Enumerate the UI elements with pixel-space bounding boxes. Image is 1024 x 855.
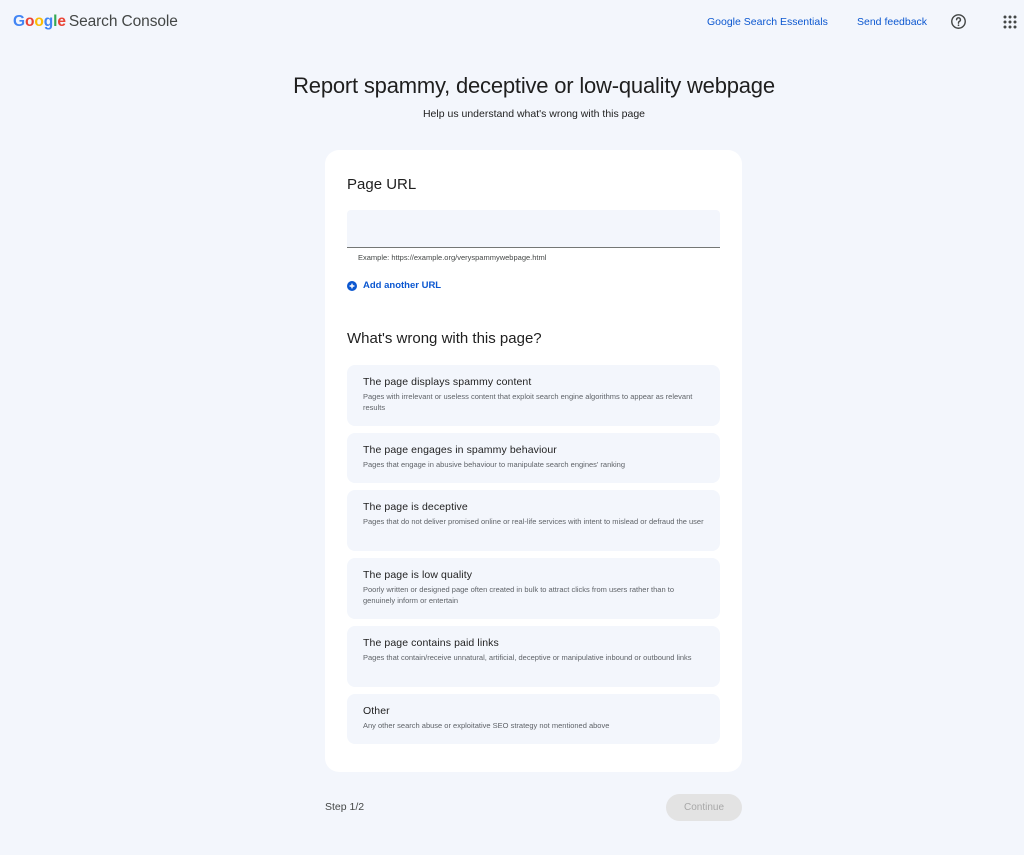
logo-letter: e xyxy=(57,13,66,30)
option-paid-links[interactable]: The page contains paid links Pages that … xyxy=(347,626,720,687)
option-description: Poorly written or designed page often cr… xyxy=(363,585,674,605)
option-title: Other xyxy=(363,705,390,717)
option-description: Pages with irrelevant or useless content… xyxy=(363,392,693,412)
logo-letter: g xyxy=(43,13,54,30)
google-search-console-logo[interactable]: Google Search Console xyxy=(13,13,178,31)
add-circle-icon xyxy=(347,280,357,291)
option-description: Pages that do not deliver promised onlin… xyxy=(363,517,704,526)
option-other[interactable]: Other Any other search abuse or exploita… xyxy=(347,694,720,744)
option-title: The page is deceptive xyxy=(363,501,468,513)
help-circle-icon[interactable] xyxy=(950,13,967,30)
apps-grid-icon[interactable] xyxy=(1002,14,1018,30)
url-section-title: Page URL xyxy=(347,176,417,193)
option-low-quality[interactable]: The page is low quality Poorly written o… xyxy=(347,558,720,619)
option-title: The page engages in spammy behaviour xyxy=(363,444,557,456)
logo-letter: o xyxy=(34,13,44,30)
logo-letter: o xyxy=(24,13,35,30)
option-description: Any other search abuse or exploitative S… xyxy=(363,721,610,730)
report-form-card: Page URL Example: https://example.org/ve… xyxy=(325,150,742,772)
option-title: The page is low quality xyxy=(363,569,473,581)
option-deceptive[interactable]: The page is deceptive Pages that do not … xyxy=(347,490,720,551)
product-name: Search Console xyxy=(68,13,178,30)
search-essentials-link[interactable]: Google Search Essentials xyxy=(707,16,828,28)
option-description: Pages that contain/receive unnatural, ar… xyxy=(363,653,692,662)
page-title: Report spammy, deceptive or low-quality … xyxy=(293,73,775,98)
reason-section-title: What's wrong with this page? xyxy=(347,330,542,347)
option-title: The page contains paid links xyxy=(363,637,499,649)
send-feedback-link[interactable]: Send feedback xyxy=(857,16,927,28)
option-description: Pages that engage in abusive behaviour t… xyxy=(363,460,626,469)
page-url-input[interactable] xyxy=(347,210,720,248)
logo-letter: G xyxy=(13,13,25,30)
top-bar: Google Search Console Google Search Essen… xyxy=(0,0,1024,44)
url-example-hint: Example: https://example.org/veryspammyw… xyxy=(358,253,547,262)
add-another-url-button[interactable]: Add another URL xyxy=(347,280,441,291)
option-spammy-behaviour[interactable]: The page engages in spammy behaviour Pag… xyxy=(347,433,720,483)
continue-button[interactable]: Continue xyxy=(666,794,742,821)
page-subtitle: Help us understand what's wrong with thi… xyxy=(422,108,646,120)
option-spammy-content[interactable]: The page displays spammy content Pages w… xyxy=(347,365,720,426)
add-url-label: Add another URL xyxy=(363,280,442,291)
option-title: The page displays spammy content xyxy=(363,376,532,388)
step-indicator: Step 1/2 xyxy=(325,801,365,813)
